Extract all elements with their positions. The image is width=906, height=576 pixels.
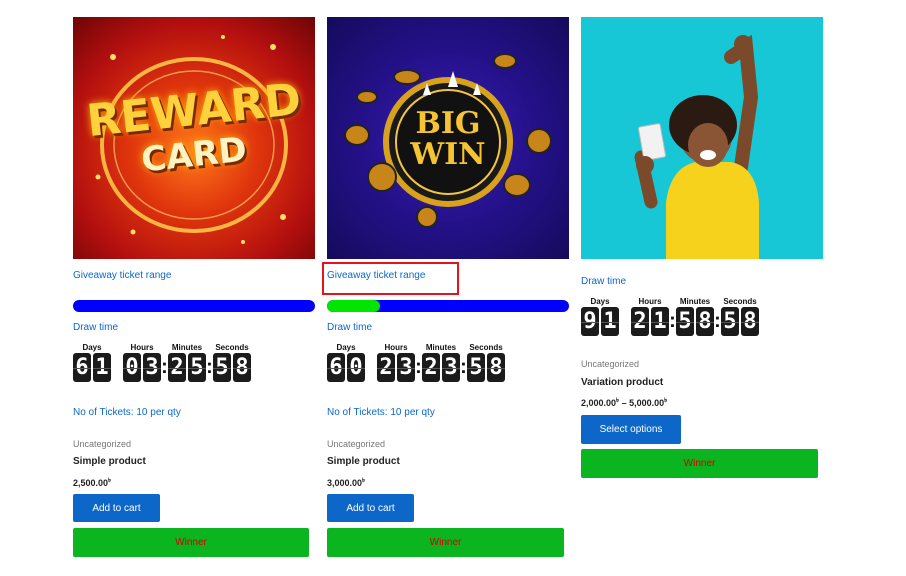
reward-card-logo-text: REWARD CARD bbox=[84, 73, 304, 181]
draw-time-link[interactable]: Draw time bbox=[581, 276, 626, 287]
timer-digit: 5 bbox=[721, 307, 739, 336]
timer-minutes-label: Minutes bbox=[679, 297, 711, 306]
timer-digit: 1 bbox=[651, 307, 669, 336]
ticket-progress-bar bbox=[73, 300, 315, 312]
giveaway-ticket-range-link[interactable]: Giveaway ticket range bbox=[327, 270, 425, 281]
timer-digit: 3 bbox=[442, 353, 460, 382]
timer-digit: 9 bbox=[581, 307, 599, 336]
timer-digit: 0 bbox=[347, 353, 365, 382]
timer-days: Days 91 bbox=[581, 296, 619, 336]
timer-colon: : bbox=[669, 310, 676, 332]
timer-digit: 3 bbox=[397, 353, 415, 382]
timer-digit: 5 bbox=[467, 353, 485, 382]
timer-days: Days 61 bbox=[73, 342, 111, 382]
timer-digit: 0 bbox=[123, 353, 141, 382]
timer-hours-label: Hours bbox=[130, 343, 154, 352]
timer-days-label: Days bbox=[590, 297, 610, 306]
cheering-woman-artwork bbox=[634, 34, 759, 259]
giveaway-ticket-range-link[interactable]: Giveaway ticket range bbox=[73, 270, 171, 281]
big-win-logo-text: BIG WIN bbox=[410, 106, 486, 172]
timer-digit: 8 bbox=[487, 353, 505, 382]
timer-digit: 5 bbox=[188, 353, 206, 382]
product-price: 3,000.00৳ bbox=[327, 478, 366, 488]
countdown-timer: Days 60 Hours 23 : Minutes 23 : Seconds … bbox=[327, 342, 505, 382]
timer-digit: 6 bbox=[73, 353, 91, 382]
timer-digit: 5 bbox=[676, 307, 694, 336]
timer-colon: : bbox=[206, 356, 213, 378]
product-image-big-win[interactable]: BIG WIN bbox=[327, 17, 569, 259]
timer-colon: : bbox=[460, 356, 467, 378]
countdown-timer: Days 61 Hours 03 : Minutes 25 : Seconds … bbox=[73, 342, 251, 382]
timer-seconds-label: Seconds bbox=[469, 343, 503, 352]
timer-minutes: Minutes 25 bbox=[168, 342, 206, 382]
product-title[interactable]: Simple product bbox=[327, 456, 400, 467]
timer-digit: 5 bbox=[213, 353, 231, 382]
timer-hours: Hours 21 bbox=[631, 296, 669, 336]
draw-time-link[interactable]: Draw time bbox=[327, 322, 372, 333]
timer-digit: 2 bbox=[377, 353, 395, 382]
tickets-per-qty-link[interactable]: No of Tickets: 10 per qty bbox=[73, 407, 181, 418]
timer-seconds: Seconds 58 bbox=[213, 342, 251, 382]
ticket-progress-fill bbox=[327, 300, 381, 312]
select-options-button[interactable]: Select options bbox=[581, 415, 681, 444]
timer-seconds: Seconds 58 bbox=[467, 342, 505, 382]
timer-seconds-label: Seconds bbox=[723, 297, 757, 306]
timer-digit: 1 bbox=[601, 307, 619, 336]
timer-digit: 2 bbox=[168, 353, 186, 382]
draw-time-link[interactable]: Draw time bbox=[73, 322, 118, 333]
add-to-cart-button[interactable]: Add to cart bbox=[73, 494, 160, 522]
timer-hours: Hours 03 bbox=[123, 342, 161, 382]
product-title[interactable]: Simple product bbox=[73, 456, 146, 467]
timer-seconds-label: Seconds bbox=[215, 343, 249, 352]
timer-colon: : bbox=[415, 356, 422, 378]
product-card-variation: Draw time Days 91 Hours 21 : Minutes 58 … bbox=[581, 17, 823, 478]
timer-hours: Hours 23 bbox=[377, 342, 415, 382]
timer-digit: 6 bbox=[327, 353, 345, 382]
timer-minutes: Minutes 58 bbox=[676, 296, 714, 336]
timer-digit: 8 bbox=[741, 307, 759, 336]
countdown-timer: Days 91 Hours 21 : Minutes 58 : Seconds … bbox=[581, 296, 759, 336]
timer-minutes: Minutes 23 bbox=[422, 342, 460, 382]
timer-hours-label: Hours bbox=[638, 297, 662, 306]
timer-digit: 8 bbox=[696, 307, 714, 336]
timer-days-label: Days bbox=[82, 343, 102, 352]
winner-button[interactable]: Winner bbox=[73, 528, 309, 557]
product-title[interactable]: Variation product bbox=[581, 377, 663, 388]
add-to-cart-button[interactable]: Add to cart bbox=[327, 494, 414, 522]
timer-days: Days 60 bbox=[327, 342, 365, 382]
timer-colon: : bbox=[161, 356, 168, 378]
product-image-cheering-woman[interactable] bbox=[581, 17, 823, 259]
product-category: Uncategorized bbox=[73, 439, 132, 449]
product-card-big-win: BIG WIN Giveaway ticket range Draw time … bbox=[322, 17, 569, 557]
timer-digit: 8 bbox=[233, 353, 251, 382]
tickets-per-qty-link[interactable]: No of Tickets: 10 per qty bbox=[327, 407, 435, 418]
timer-seconds: Seconds 58 bbox=[721, 296, 759, 336]
product-category: Uncategorized bbox=[327, 439, 386, 449]
timer-hours-label: Hours bbox=[384, 343, 408, 352]
timer-minutes-label: Minutes bbox=[425, 343, 457, 352]
product-price: 2,500.00৳ bbox=[73, 478, 112, 488]
winner-button[interactable]: Winner bbox=[581, 449, 818, 478]
product-card-reward: REWARD CARD Giveaway ticket range Draw t… bbox=[73, 17, 315, 557]
timer-days-label: Days bbox=[336, 343, 356, 352]
product-image-reward-card[interactable]: REWARD CARD bbox=[73, 17, 315, 259]
timer-colon: : bbox=[714, 310, 721, 332]
winner-button[interactable]: Winner bbox=[327, 528, 564, 557]
timer-digit: 2 bbox=[631, 307, 649, 336]
timer-digit: 3 bbox=[143, 353, 161, 382]
timer-digit: 1 bbox=[93, 353, 111, 382]
ticket-progress-bar bbox=[327, 300, 569, 312]
timer-minutes-label: Minutes bbox=[171, 343, 203, 352]
product-price-range: 2,000.00৳ – 5,000.00৳ bbox=[581, 398, 668, 408]
product-category: Uncategorized bbox=[581, 359, 640, 369]
timer-digit: 2 bbox=[422, 353, 440, 382]
